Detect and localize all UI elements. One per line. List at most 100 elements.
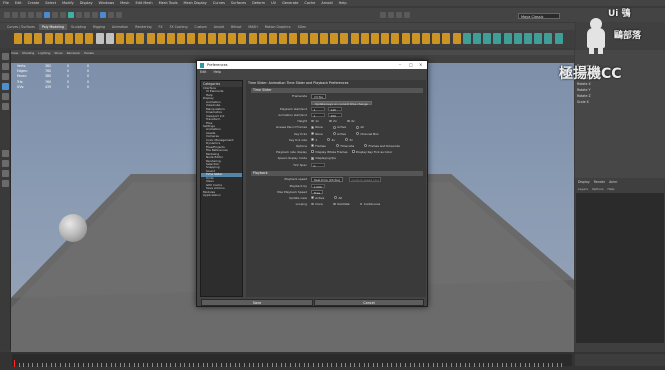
layer-tab[interactable]: Anim (609, 180, 617, 185)
radio-option[interactable]: 4x (346, 119, 355, 123)
shelf-tool-icon[interactable] (187, 33, 196, 44)
shelf-tool-icon[interactable] (381, 33, 390, 44)
menu-item[interactable]: Deform (252, 1, 265, 5)
shelf-tool-icon[interactable] (340, 33, 349, 44)
open-scene-icon[interactable] (12, 12, 18, 18)
shelf-tool-icon[interactable] (493, 33, 502, 44)
radio-button[interactable] (359, 202, 363, 206)
layout-outliner-icon[interactable] (2, 180, 9, 187)
category-item[interactable]: Applications (201, 193, 242, 197)
render-icon[interactable] (100, 12, 106, 18)
menu-edit[interactable]: Edit (200, 70, 206, 74)
menu-item[interactable]: Modify (62, 1, 74, 5)
shelf-tool-icon[interactable] (391, 33, 400, 44)
menu-item[interactable]: Surfaces (231, 1, 246, 5)
menu-item[interactable]: Cache (304, 1, 315, 5)
lasso-tool-icon[interactable] (2, 63, 9, 70)
shelf-tool-icon[interactable] (401, 33, 410, 44)
radio-option[interactable]: None (311, 125, 323, 129)
radio-option[interactable]: Oscillate (332, 202, 350, 206)
shelf-tool-icon[interactable] (371, 33, 379, 44)
checkbox[interactable] (351, 150, 355, 154)
layer-tab[interactable]: Display (578, 180, 590, 185)
shelf-tool-icon[interactable] (554, 33, 563, 44)
checkbox-option[interactable]: Display Key Tick as Color (351, 150, 392, 154)
radio-option[interactable]: Once (311, 202, 323, 206)
shelf-tab[interactable]: Poly Modeling (38, 23, 68, 30)
ipr-render-icon[interactable] (108, 12, 114, 18)
shelf-tool-icon[interactable] (524, 33, 532, 44)
shelf-tool-icon[interactable] (34, 33, 43, 44)
menu-item[interactable]: Create (28, 1, 40, 5)
shelf-tool-icon[interactable] (309, 33, 318, 44)
radio-button[interactable] (346, 119, 350, 123)
select-hierarchy-icon[interactable] (44, 12, 50, 18)
section-playback[interactable]: Playback (251, 171, 423, 176)
shelf-tool-icon[interactable] (248, 33, 257, 44)
modeling-toolkit-icon[interactable] (380, 12, 386, 18)
radio-button[interactable] (311, 132, 314, 135)
sphere-object[interactable] (59, 214, 87, 242)
shelf-tab[interactable]: Animation (109, 24, 131, 30)
shelf-tab[interactable]: Bifrost (228, 24, 244, 30)
rotate-tool-icon[interactable] (2, 93, 9, 100)
select-object-icon[interactable] (52, 12, 58, 18)
shelf-tool-icon[interactable] (75, 33, 84, 44)
render-settings-icon[interactable] (116, 12, 122, 18)
radio-button[interactable] (334, 196, 338, 200)
shelf-tool-icon[interactable] (146, 33, 155, 44)
layout-single-icon[interactable] (2, 150, 9, 157)
shelf-tool-icon[interactable] (116, 33, 124, 44)
radio-option[interactable]: Active (311, 196, 324, 200)
shelf-tool-icon[interactable] (483, 33, 492, 44)
radio-button[interactable] (332, 125, 336, 129)
layer-subtab[interactable]: Options (592, 187, 604, 191)
shelf-tool-icon[interactable] (320, 33, 328, 44)
custom-speed-field[interactable]: Custom speed (1x) (348, 177, 382, 182)
radio-option[interactable]: 1 (311, 138, 317, 142)
radio-button[interactable] (345, 138, 348, 142)
menu-item[interactable]: Generate (282, 1, 298, 5)
shelf-tool-icon[interactable] (299, 33, 308, 44)
checkbox[interactable] (311, 156, 314, 160)
shelf-tab[interactable]: Sculpting (68, 24, 89, 30)
number-field[interactable]: 1.000 (311, 183, 325, 188)
shelf-tool-icon[interactable] (330, 33, 339, 44)
paint-select-icon[interactable] (2, 73, 9, 80)
shelf-tool-icon[interactable] (258, 33, 267, 44)
shelf-tool-icon[interactable] (136, 33, 145, 44)
radio-button[interactable] (335, 144, 339, 148)
shelf-tab[interactable]: Curves / Surfaces (4, 24, 38, 30)
shelf-tool-icon[interactable] (65, 33, 73, 44)
number-field[interactable]: 120 (328, 106, 342, 112)
snap-curve-icon[interactable] (76, 12, 82, 18)
radio-option[interactable]: 1x (311, 119, 319, 123)
shelf-tool-icon[interactable] (105, 33, 114, 44)
menu-item[interactable]: Edit Mesh (135, 1, 152, 5)
playback-controls[interactable] (575, 354, 665, 366)
save-button[interactable]: Save (201, 299, 313, 306)
shelf-tool-icon[interactable] (503, 33, 512, 44)
shelf-tab[interactable]: MASH (245, 24, 260, 30)
radio-option[interactable]: Frames and timecode (364, 144, 400, 148)
radio-option[interactable]: None (311, 132, 323, 136)
shelf-tab[interactable]: Rendering (132, 24, 154, 30)
radio-button[interactable] (332, 202, 336, 206)
shelf-tool-icon[interactable] (14, 33, 22, 44)
redo-icon[interactable] (36, 12, 42, 18)
shelf-tool-icon[interactable] (473, 33, 481, 44)
select-tool-icon[interactable] (2, 53, 9, 60)
layer-subtab[interactable]: Help (608, 187, 615, 191)
attribute-editor-icon[interactable] (388, 12, 394, 18)
shelf-tab[interactable]: Arnold (211, 24, 227, 30)
radio-option[interactable]: Continuous (359, 202, 380, 206)
select-component-icon[interactable] (60, 12, 66, 18)
radio-option[interactable]: Frames (311, 144, 326, 148)
radio-button[interactable] (332, 132, 336, 135)
radio-option[interactable]: Timecode (335, 144, 354, 148)
checkbox[interactable] (311, 150, 314, 154)
maximize-icon[interactable]: □ (409, 62, 413, 67)
time-slider[interactable] (0, 352, 665, 370)
radio-option[interactable]: Active (332, 132, 346, 136)
dropdown[interactable]: Free (311, 189, 324, 195)
